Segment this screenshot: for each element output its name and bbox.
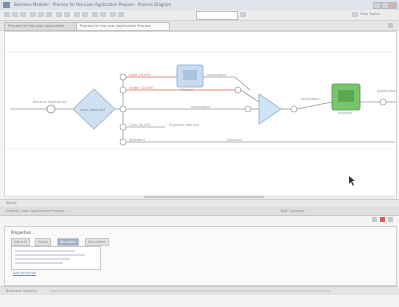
attribute-list[interactable]: [11, 246, 101, 270]
panel-title: Properties: [11, 230, 32, 235]
redo-icon[interactable]: [64, 12, 70, 17]
start-event-icon: [46, 104, 56, 114]
validate-icon[interactable]: [110, 12, 116, 17]
merge-gateway-icon: [258, 93, 282, 125]
list-item[interactable]: [15, 262, 63, 264]
panel-tab-general[interactable]: General: [11, 238, 30, 246]
search-input[interactable]: [196, 11, 238, 20]
properties-panel: Properties General Inputs Attributes Des…: [4, 226, 397, 286]
add-attribute-link[interactable]: Add attribute: [13, 271, 36, 275]
close-button[interactable]: [389, 2, 397, 9]
panel-tab-attributes[interactable]: Attributes: [57, 238, 79, 246]
paste-icon[interactable]: [46, 12, 52, 17]
panel-tab-label: Attributes: [60, 240, 76, 244]
status-text: Ready: [6, 201, 17, 205]
edge-label: Approval request: [169, 123, 199, 127]
edge-label: Application: [377, 89, 397, 93]
task-review-label: Review: [181, 88, 194, 92]
list-item[interactable]: [15, 254, 85, 256]
window-title: Business Modeler - Process for the Loan …: [14, 2, 172, 7]
port-icon: [234, 86, 242, 94]
task-approve-label: Approve: [338, 111, 353, 115]
scrollbar-thumb[interactable]: [144, 196, 264, 198]
maximize-button[interactable]: [381, 2, 389, 9]
edge-label: Application: [207, 73, 227, 77]
help-link[interactable]: Help Topics: [360, 12, 380, 16]
port-icon: [119, 86, 127, 94]
edge-label: Application: [301, 97, 321, 101]
tab-label: Process for the Loan Application: [8, 24, 65, 28]
open-icon[interactable]: [12, 12, 18, 17]
flow-line: [296, 101, 333, 110]
port-icon: [119, 123, 127, 131]
task-inner-icon: [338, 90, 354, 102]
decision-label: Loan Amount?: [80, 108, 106, 112]
port-icon: [244, 105, 252, 113]
align-icon[interactable]: [92, 12, 98, 17]
list-item[interactable]: [15, 258, 70, 260]
tab-process-overview[interactable]: Process for the Loan Application: [4, 22, 78, 31]
flow-line: [240, 89, 260, 103]
tab-label: Process for the Loan Application Process: [80, 24, 151, 28]
zoom-out-icon[interactable]: [82, 12, 88, 17]
branch-label: Over 50,000: [129, 123, 151, 127]
save-icon[interactable]: [20, 12, 26, 17]
port-icon: [119, 105, 127, 113]
copy-icon[interactable]: [38, 12, 44, 17]
task-inner-icon: [183, 70, 197, 80]
mouse-cursor-icon: [349, 176, 355, 186]
app-icon: [3, 2, 10, 8]
minimize-button[interactable]: [373, 2, 381, 9]
info-right: Task: Approve: [280, 209, 305, 213]
tab-process-diagram[interactable]: Process for the Loan Application Process: [76, 22, 170, 31]
minimize-panel-icon[interactable]: [372, 217, 377, 222]
new-icon[interactable]: [4, 12, 10, 17]
panel-tab-label: Inputs: [38, 240, 48, 244]
bottom-bar: Business Analysis: [0, 286, 399, 295]
status-bar: Ready: [0, 199, 399, 207]
progress-track: [50, 290, 330, 292]
close-panel-icon[interactable]: [380, 217, 385, 222]
edge-label: Decision: [227, 138, 242, 142]
start-label: Receive application: [33, 100, 68, 104]
grid-icon[interactable]: [100, 12, 106, 17]
panel-tab-inputs[interactable]: Inputs: [35, 238, 51, 246]
maximize-panel-icon[interactable]: [388, 217, 393, 222]
panel-tab-label: General: [14, 240, 27, 244]
perspective-label: Business Analysis: [6, 289, 37, 293]
search-icon[interactable]: [240, 12, 246, 17]
undo-icon[interactable]: [56, 12, 62, 17]
edge-label: Application: [191, 105, 211, 109]
diagram-canvas[interactable]: Receive application Loan Amount? Review …: [4, 31, 397, 201]
process-diagram: [5, 51, 396, 186]
zoom-in-icon[interactable]: [74, 12, 80, 17]
panel-tab-label: Description: [88, 240, 107, 244]
close-tab-icon[interactable]: [388, 23, 393, 28]
info-left: Default: Loan Application Process: [6, 209, 65, 213]
panel-tab-description[interactable]: Description: [85, 238, 110, 246]
branch-label: Over 10,000: [129, 73, 151, 77]
branch-label: Standard: [129, 138, 145, 142]
port-icon: [119, 73, 127, 81]
branch-label: Under 10,000: [129, 86, 153, 90]
port-icon: [119, 138, 127, 146]
cut-icon[interactable]: [30, 12, 36, 17]
list-item[interactable]: [15, 250, 75, 252]
help-icon[interactable]: [352, 12, 358, 17]
port-icon: [290, 105, 298, 113]
run-icon[interactable]: [118, 12, 124, 17]
info-bar: Default: Loan Application Process Task: …: [0, 207, 399, 216]
port-icon: [379, 98, 387, 106]
